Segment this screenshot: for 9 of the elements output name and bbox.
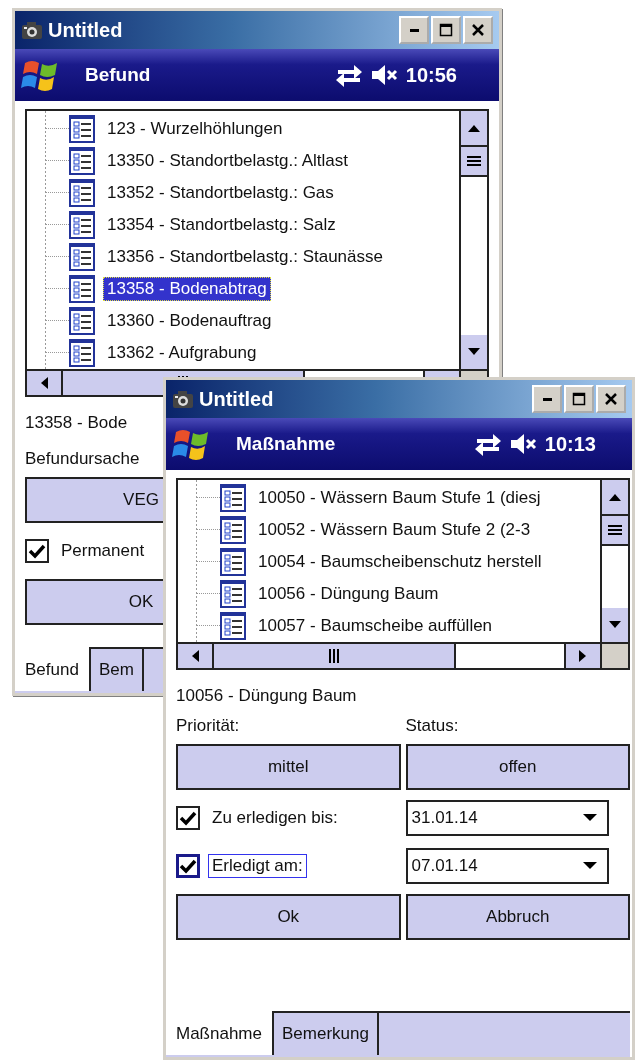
field-label: Priorität: [176, 716, 241, 736]
detail-text: 10056 - Düngung Baum [176, 686, 358, 706]
detail-text: 13358 - Bode [25, 413, 129, 433]
app-title: Maßnahme [236, 433, 337, 455]
field-label: Status: [405, 716, 460, 736]
app-title: Befund [85, 64, 152, 86]
window-title: Untitled [199, 387, 275, 411]
window-title: Untitled [48, 18, 124, 42]
detail-text: Befundursache [25, 449, 141, 469]
